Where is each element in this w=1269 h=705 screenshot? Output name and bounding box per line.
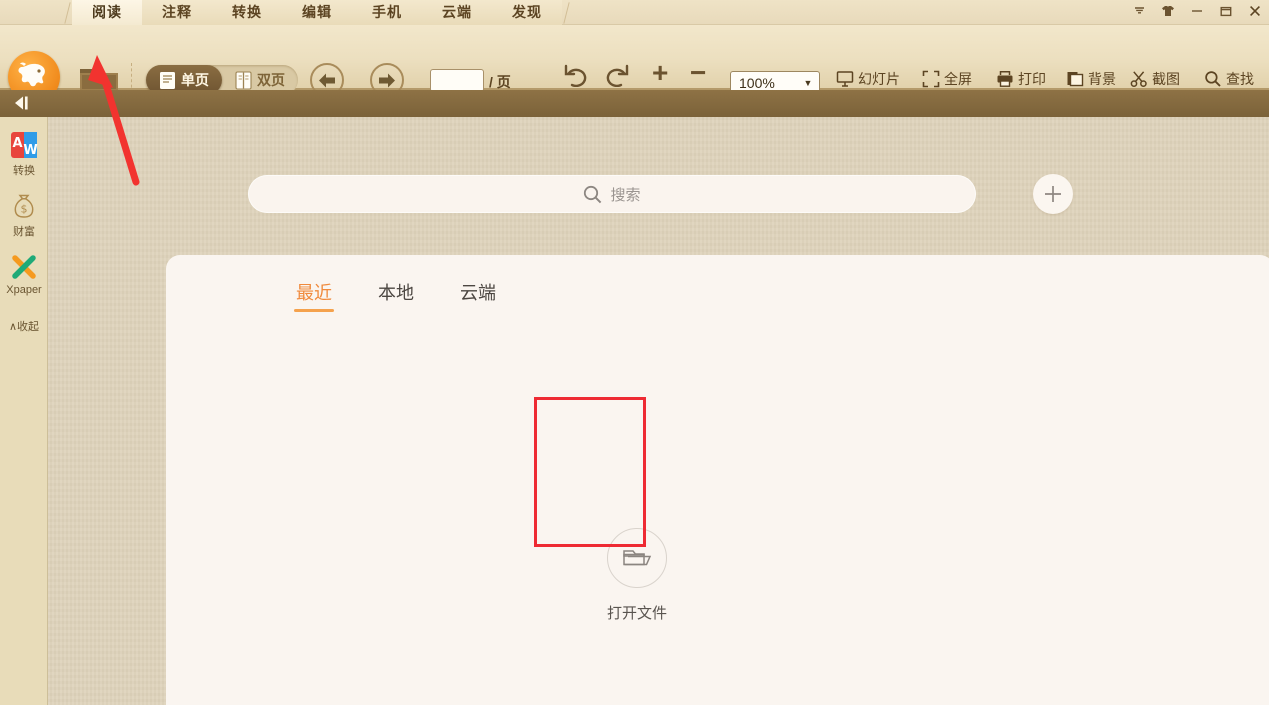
open-file-button[interactable]: 打开文件 (587, 520, 687, 630)
svg-text:A: A (12, 136, 22, 151)
panel-collapse-bar (0, 90, 1269, 117)
menu-tab-convert[interactable]: 转换 (212, 0, 282, 25)
slideshow-label: 幻灯片 (858, 69, 900, 89)
screenshot-label: 截图 (1152, 69, 1180, 89)
folder-icon (622, 545, 652, 571)
tab-cloud[interactable]: 云端 (460, 279, 496, 312)
find-label: 查找 (1226, 69, 1254, 89)
open-file-icon-circle (607, 528, 667, 588)
page-number-input[interactable] (430, 69, 484, 92)
menu-bar: 阅读 注释 转换 编辑 手机 云端 发现 (0, 0, 1269, 25)
slideshow-button[interactable]: 幻灯片 (836, 65, 900, 93)
maximize-icon[interactable] (1216, 1, 1236, 21)
tab-label: 最近 (296, 283, 332, 303)
sidebar-item-xpaper[interactable]: Xpaper (0, 239, 48, 296)
search-input[interactable]: 搜索 (248, 175, 976, 213)
menu-tab-mobile[interactable]: 手机 (352, 0, 422, 25)
menu-tab-label: 发现 (512, 4, 542, 20)
tab-label: 本地 (378, 283, 414, 303)
page-total-suffix: / 页 (489, 72, 511, 92)
content-area: 搜索 最近 本地 云端 (48, 117, 1269, 705)
minimize-icon[interactable] (1187, 1, 1207, 21)
undo-button[interactable] (563, 63, 589, 92)
close-icon[interactable] (1245, 1, 1265, 21)
fullscreen-icon (922, 70, 940, 88)
printer-icon (996, 70, 1014, 88)
open-file-label: 打开文件 (607, 602, 667, 623)
sidebar-item-wealth[interactable]: $ 财富 (0, 178, 48, 239)
menu-tab-label: 注释 (162, 4, 192, 20)
zoom-out-label: − (690, 57, 706, 88)
left-sidebar: A W 转换 $ 财富 Xpaper ∧收起 (0, 117, 48, 705)
page-mode-double-label: 双页 (257, 70, 285, 90)
tab-local[interactable]: 本地 (378, 279, 414, 312)
print-label: 打印 (1018, 69, 1046, 89)
chevron-down-icon: ▼ (797, 78, 819, 88)
background-label: 背景 (1088, 69, 1116, 89)
chevron-down-icon[interactable] (1129, 1, 1149, 21)
menu-tab-label: 云端 (442, 4, 472, 20)
menu-tab-read[interactable]: 阅读 (72, 0, 142, 25)
app-window: 阅读 注释 转换 编辑 手机 云端 发现 (0, 0, 1269, 705)
svg-text:W: W (23, 143, 37, 158)
search-placeholder: 搜索 (610, 184, 640, 205)
main-toolbar: 单页 双页 / 页 (0, 25, 1269, 90)
toolbar-divider (131, 63, 132, 93)
pdf-to-word-icon: A W (10, 131, 38, 159)
menu-tab-label: 手机 (372, 4, 402, 20)
redo-button[interactable] (604, 63, 630, 92)
arrow-right-icon (377, 72, 397, 89)
undo-icon (563, 63, 589, 87)
money-bag-icon: $ (10, 192, 38, 220)
slideshow-icon (836, 70, 854, 88)
page-mode-single-label: 单页 (181, 70, 209, 90)
menu-tab-label: 编辑 (302, 4, 332, 20)
search-icon (583, 185, 602, 204)
fullscreen-label: 全屏 (944, 69, 972, 89)
add-file-button[interactable] (1033, 174, 1073, 214)
window-controls (1129, 0, 1265, 22)
xpaper-icon (10, 253, 38, 281)
file-browser-panel: 最近 本地 云端 打开文件 (166, 255, 1269, 705)
zoom-in-label: + (652, 57, 668, 88)
search-icon (1204, 70, 1222, 88)
menu-tab-edit[interactable]: 编辑 (282, 0, 352, 25)
find-button[interactable]: 查找 (1204, 65, 1254, 93)
fullscreen-button[interactable]: 全屏 (922, 65, 972, 93)
zoom-in-button[interactable]: + (652, 59, 668, 87)
sidebar-item-label: Xpaper (6, 284, 41, 296)
menu-tab-annotate[interactable]: 注释 (142, 0, 212, 25)
menu-tab-discover[interactable]: 发现 (492, 0, 562, 25)
arrow-left-icon (317, 72, 337, 89)
menu-tab-label: 阅读 (92, 4, 122, 20)
menu-tab-list: 阅读 注释 转换 编辑 手机 云端 发现 (72, 0, 562, 25)
screenshot-button[interactable]: 截图 (1130, 65, 1180, 93)
plus-icon (1042, 183, 1064, 205)
scissors-icon (1130, 70, 1148, 88)
sidebar-collapse-label: ∧收起 (9, 321, 39, 333)
background-button[interactable]: 背景 (1066, 65, 1116, 93)
collapse-left-icon[interactable] (12, 95, 34, 111)
tab-recent[interactable]: 最近 (296, 279, 332, 312)
tab-label: 云端 (460, 283, 496, 303)
sidebar-item-label: 财富 (13, 223, 35, 239)
sidebar-item-convert[interactable]: A W 转换 (0, 117, 48, 178)
zoom-out-button[interactable]: − (690, 59, 706, 87)
redo-icon (604, 63, 630, 87)
file-source-tabs: 最近 本地 云端 (296, 279, 496, 312)
menu-tab-cloud[interactable]: 云端 (422, 0, 492, 25)
skin-theme-icon[interactable] (1158, 1, 1178, 21)
menu-tab-label: 转换 (232, 4, 262, 20)
svg-text:$: $ (21, 203, 28, 216)
zoom-level-value: 100% (731, 75, 797, 91)
print-button[interactable]: 打印 (996, 65, 1046, 93)
background-icon (1066, 70, 1084, 88)
sidebar-item-label: 转换 (13, 162, 35, 178)
sidebar-collapse-button[interactable]: ∧收起 (0, 318, 48, 334)
